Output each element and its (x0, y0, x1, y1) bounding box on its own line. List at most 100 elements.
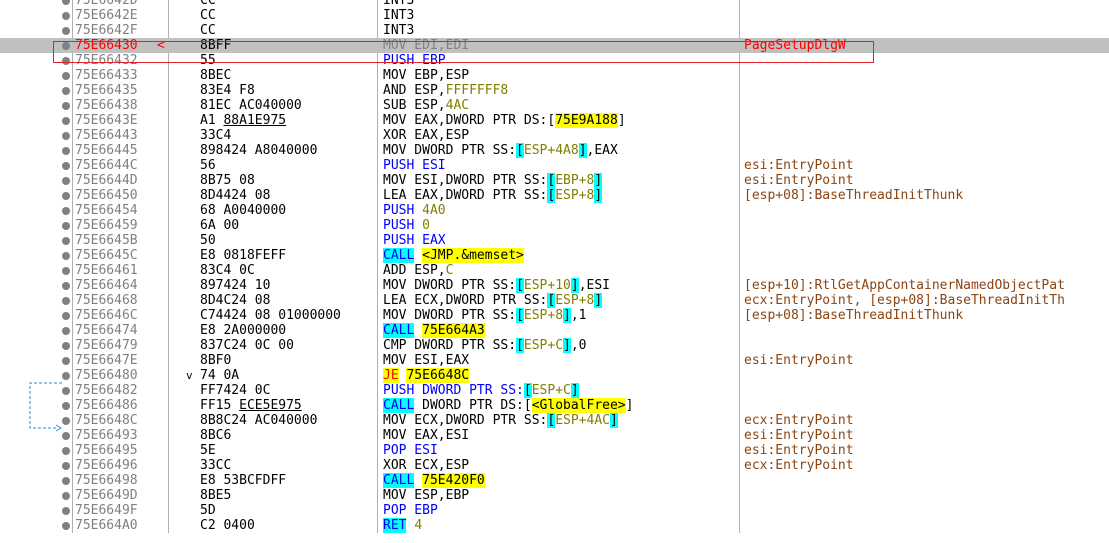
address: 75E6642E (75, 8, 138, 23)
instruction-row[interactable]: 75E66495 5E POP ESI esi:EntryPoint (0, 443, 1109, 458)
instruction-row[interactable]: 75E6642F CC INT3 (0, 23, 1109, 38)
instruction-text: CALL DWORD PTR DS:[<GlobalFree>] (383, 398, 633, 413)
instruction-token: 75E6648C (406, 368, 470, 383)
instruction-row[interactable]: 75E66445 898424 A8040000 MOV DWORD PTR SS:… (0, 143, 1109, 158)
instruction-text: MOV EAX,DWORD PTR DS:[75E9A188] (383, 113, 626, 128)
instruction-text: LEA EAX,DWORD PTR SS:[ESP+8] (383, 188, 603, 203)
opcode-bytes: 897424 10 (200, 278, 271, 293)
instruction-token: [ (516, 338, 524, 353)
instruction-token: ] (594, 173, 603, 188)
instruction-text: CMP DWORD PTR SS:[ESP+C],0 (383, 338, 587, 353)
instruction-row[interactable]: 75E66454 68 A0040000 PUSH 4A0 (0, 203, 1109, 218)
instruction-token: ,EAX (586, 143, 618, 158)
instruction-token: 4A0 (422, 203, 446, 218)
instruction-token: LEA ECX,DWORD PTR SS: (383, 293, 548, 308)
instruction-row[interactable]: 75E6646C C74424 08 01000000 MOV DWORD PTR … (0, 308, 1109, 323)
instruction-token: ,1 (570, 308, 587, 323)
instruction-text: MOV ECX,DWORD PTR SS:[ESP+4AC] (383, 413, 618, 428)
instruction-row[interactable]: 75E6644D 8B75 08 MOV ESI,DWORD PTR SS:[EBP… (0, 173, 1109, 188)
opcode-bytes: C2 0400 (200, 518, 255, 533)
instruction-row[interactable]: 75E66459 6A 00 PUSH 0 (0, 218, 1109, 233)
comment: ecx:EntryPoint (744, 458, 854, 473)
instruction-row[interactable]: 75E66435 83E4 F8 AND ESP,FFFFFFF8 (0, 83, 1109, 98)
instruction-row[interactable]: 75E66479 837C24 0C 00 CMP DWORD PTR SS:[ES… (0, 338, 1109, 353)
instruction-token: PUSH ESI (383, 158, 446, 173)
opcode-bytes: 81EC AC040000 (200, 98, 302, 113)
instruction-row[interactable]: 75E66486 FF15 ECE5E975 CALL DWORD PTR DS:[… (0, 398, 1109, 413)
instruction-token: MOV ESI,EAX (383, 353, 470, 368)
comment: [esp+08]:BaseThreadInitThunk (744, 188, 964, 203)
instruction-row[interactable]: 75E66480 v 74 0A JE 75E6648C (0, 368, 1109, 383)
instruction-row[interactable]: 75E6643E A1 88A1E975 MOV EAX,DWORD PTR DS:… (0, 113, 1109, 128)
address: 75E66450 (75, 188, 138, 203)
instruction-row[interactable]: 75E664A0 C2 0400 RET 4 (0, 518, 1109, 533)
instruction-row[interactable]: 75E6645C E8 0818FEFF CALL <JMP.&memset> (0, 248, 1109, 263)
instruction-row[interactable]: 75E6648C 8B8C24 AC040000 MOV ECX,DWORD PTR… (0, 413, 1109, 428)
instruction-row[interactable]: 75E6642D CC INT3 (0, 0, 1109, 8)
instruction-token: AND ESP, (383, 83, 446, 98)
instruction-row[interactable]: 75E6647E 8BF0 MOV ESI,EAX esi:EntryPoint (0, 353, 1109, 368)
jump-down-icon: v (186, 369, 193, 382)
instruction-row[interactable]: 75E66433 8BEC MOV EBP,ESP (0, 68, 1109, 83)
opcode-bytes: 33CC (200, 458, 232, 473)
instruction-token: POP EBP (383, 503, 438, 518)
instruction-row[interactable]: 75E66482 FF7424 0C PUSH DWORD PTR SS:[ESP+… (0, 383, 1109, 398)
opcode-bytes: 33C4 (200, 128, 232, 143)
instruction-row[interactable]: 75E66443 33C4 XOR EAX,ESP (0, 128, 1109, 143)
instruction-text: MOV EBP,ESP (383, 68, 469, 83)
instruction-row[interactable]: 75E66461 83C4 0C ADD ESP,C (0, 263, 1109, 278)
address: 75E66433 (75, 68, 138, 83)
instruction-text: PUSH EAX (383, 233, 446, 248)
instruction-row[interactable]: 75E66464 897424 10 MOV DWORD PTR SS:[ESP+1… (0, 278, 1109, 293)
address: 75E66479 (75, 338, 138, 353)
instruction-text: PUSH ESI (383, 158, 446, 173)
instruction-token: ] (617, 113, 626, 128)
instruction-token: INT3 (383, 0, 415, 8)
instruction-token: ] (563, 308, 571, 323)
instruction-token: MOV EBP,ESP (383, 68, 470, 83)
instruction-text: MOV ESI,EAX (383, 353, 469, 368)
opcode-bytes: 898424 A8040000 (200, 143, 318, 158)
address: 75E66482 (75, 383, 138, 398)
address: 75E66435 (75, 83, 138, 98)
opcode-bytes: E8 2A000000 (200, 323, 287, 338)
opcode-bytes: 8B75 08 (200, 173, 255, 188)
instruction-row[interactable]: 75E66468 8D4C24 08 LEA ECX,DWORD PTR SS:[E… (0, 293, 1109, 308)
address: 75E66495 (75, 443, 138, 458)
instruction-row[interactable]: 75E6649F 5D POP EBP (0, 503, 1109, 518)
instruction-token: C (445, 263, 454, 278)
instruction-row[interactable]: 75E66450 8D4424 08 LEA EAX,DWORD PTR SS:[E… (0, 188, 1109, 203)
instruction-token: CALL (383, 473, 415, 488)
instruction-row[interactable]: 75E6644C 56 PUSH ESI esi:EntryPoint (0, 158, 1109, 173)
opcode-bytes: 5E (200, 443, 216, 458)
instruction-text: CALL 75E420F0 (383, 473, 485, 488)
instruction-row[interactable]: 75E66438 81EC AC040000 SUB ESP,4AC (0, 98, 1109, 113)
address: 75E6648C (75, 413, 138, 428)
opcode-bytes: 8D4C24 08 (200, 293, 271, 308)
instruction-token: ,0 (570, 338, 587, 353)
instruction-row[interactable]: 75E66493 8BC6 MOV EAX,ESI esi:EntryPoint (0, 428, 1109, 443)
instruction-text: INT3 (383, 8, 414, 23)
instruction-token: ADD ESP, (383, 263, 446, 278)
instruction-row[interactable]: 75E6649D 8BE5 MOV ESP,EBP (0, 488, 1109, 503)
instruction-row[interactable]: 75E6642E CC INT3 (0, 8, 1109, 23)
instruction-token: PUSH (383, 218, 423, 233)
instruction-row[interactable]: 75E66496 33CC XOR ECX,ESP ecx:EntryPoint (0, 458, 1109, 473)
address: 75E6647E (75, 353, 138, 368)
instruction-token: POP ESI (383, 443, 438, 458)
opcode-bytes: 68 A0040000 (200, 203, 287, 218)
instruction-row[interactable]: 75E66498 E8 53BCFDFF CALL 75E420F0 (0, 473, 1109, 488)
instruction-token: MOV ESI,DWORD PTR SS: (383, 173, 548, 188)
address: 75E66459 (75, 218, 138, 233)
address: 75E6642F (75, 23, 138, 38)
address: 75E6645B (75, 233, 138, 248)
disassembly-view[interactable]: 75E6642D CC INT3 75E6642E CC INT3 75E6642F CC IN… (0, 0, 1109, 533)
instruction-token: CALL (383, 323, 415, 338)
instruction-row[interactable]: 75E66474 E8 2A000000 CALL 75E664A3 (0, 323, 1109, 338)
opcode-bytes: CC (200, 23, 216, 38)
instruction-token: MOV ECX,DWORD PTR SS: (383, 413, 548, 428)
instruction-row[interactable]: 75E6645B 50 PUSH EAX (0, 233, 1109, 248)
comment: esi:EntryPoint (744, 158, 854, 173)
instruction-token: MOV EAX,DWORD PTR DS:[ (383, 113, 556, 128)
instruction-token: [ (523, 383, 532, 398)
